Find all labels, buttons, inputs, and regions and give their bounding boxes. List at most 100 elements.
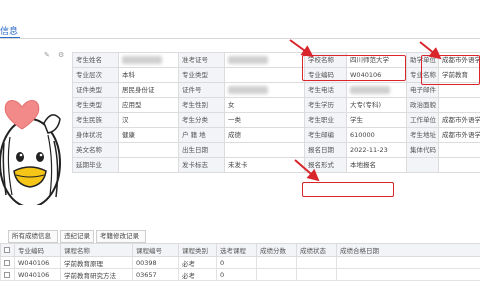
- info-value: [438, 97, 480, 113]
- table-cell: 03657: [132, 268, 179, 281]
- title-bar: [0, 0, 480, 38]
- info-label: 考生职业: [304, 112, 347, 128]
- info-label: 户 籍 地: [178, 127, 225, 143]
- info-label: 证件号: [178, 82, 225, 98]
- redacted-value: 0████████: [228, 55, 268, 64]
- info-row: 身体状况 健康户 籍 地成德 考生邮编 610000 考生地址 成都市外语学: [72, 127, 480, 143]
- info-value: [438, 157, 480, 173]
- student-photo: [0, 45, 72, 205]
- info-value: 学生: [346, 112, 407, 128]
- table-cell: [336, 256, 480, 269]
- table-cell: W040106: [14, 268, 61, 281]
- info-value: 应用型: [118, 97, 179, 113]
- info-label: 考生电话: [304, 82, 347, 98]
- info-row: 考生姓名███准考证号0████████学校名称四川师范大学助学单位成都市外语学: [72, 52, 480, 68]
- info-label: 考生地址: [406, 127, 439, 143]
- info-row: 专业层次 本科 专业类型 专业编码 W040106 专业名称 学前教育: [72, 67, 480, 83]
- info-value: 成都市外语学: [438, 112, 480, 128]
- info-value: [438, 142, 480, 158]
- info-value: 汉: [118, 112, 179, 128]
- tab-record-changes[interactable]: 考籍修改记录: [96, 230, 146, 243]
- info-label: 考生学历: [304, 97, 347, 113]
- info-label: 考生姓名: [72, 52, 119, 68]
- row-checkbox[interactable]: [0, 256, 15, 269]
- info-value: 大专(专科): [346, 97, 407, 113]
- select-all-checkbox[interactable]: [0, 243, 15, 257]
- highlight-school: [302, 55, 406, 81]
- info-label: 专业层次: [72, 67, 119, 83]
- column-header: 课程类别: [178, 243, 217, 257]
- info-label: 出生日期: [178, 142, 225, 158]
- info-value: 0████████: [224, 52, 305, 68]
- table-row[interactable]: W040106 学前教育研究方法 03657 必考 0: [0, 268, 480, 281]
- table-row[interactable]: W040106 学前教育原理 00398 必考 0: [0, 256, 480, 269]
- tab-violations[interactable]: 违纪记录: [60, 230, 94, 243]
- info-value: 2022-11-23: [346, 142, 407, 158]
- info-label: 证件类型: [72, 82, 119, 98]
- table-cell: 学前教育原理: [60, 256, 133, 269]
- row-checkbox[interactable]: [0, 268, 15, 281]
- info-label: 发卡标志: [178, 157, 225, 173]
- column-header: 成绩合格日期: [336, 243, 480, 257]
- table-cell: 必考: [178, 268, 217, 281]
- checkbox-icon[interactable]: [4, 247, 10, 253]
- info-value: 成都市外语学: [438, 127, 480, 143]
- info-label: 身体状况: [72, 127, 119, 143]
- column-header: 课程编号: [132, 243, 179, 257]
- table-cell: 必考: [178, 256, 217, 269]
- edit-icon[interactable]: ✎: [44, 52, 51, 59]
- info-value: [118, 157, 179, 173]
- info-value: [118, 142, 179, 158]
- highlight-partner: [421, 55, 480, 85]
- info-value: 本科: [118, 67, 179, 83]
- student-info-table: 考生姓名███准考证号0████████学校名称四川师范大学助学单位成都市外语学…: [72, 52, 480, 173]
- info-value: 居民身份证: [118, 82, 179, 98]
- info-value: 成德: [224, 127, 305, 143]
- info-label: 报名日期: [304, 142, 347, 158]
- table-cell: [296, 256, 337, 269]
- column-header: 选考课程: [216, 243, 257, 257]
- info-value: 本地报名: [346, 157, 407, 173]
- settings-icon[interactable]: ⚙: [58, 52, 65, 59]
- info-value: 1█████: [346, 82, 407, 98]
- info-value: 51█████████: [224, 82, 305, 98]
- info-value: 一类: [224, 112, 305, 128]
- info-label: 准考证号: [178, 52, 225, 68]
- info-label: 工作单位: [406, 112, 439, 128]
- info-label: 英文名称: [72, 142, 119, 158]
- info-row: 证件类型居民身份证证件号51█████████考生电话1█████电子邮件: [72, 82, 480, 98]
- redacted-value: ███: [122, 55, 162, 64]
- cartoon-avatar-icon: [0, 99, 61, 205]
- info-label: [406, 157, 439, 173]
- column-header: 课程名称: [60, 243, 133, 257]
- score-table: 专业编码 课程名称 课程编号 课程类别 选考课程 成绩分数 成绩状态 成绩合格日期 W0401…: [0, 243, 480, 281]
- info-value: 未发卡: [224, 157, 305, 173]
- checkbox-icon[interactable]: [4, 271, 10, 278]
- info-label: 考生性别: [178, 97, 225, 113]
- table-cell: [296, 268, 337, 281]
- column-header: 成绩分数: [256, 243, 297, 257]
- column-header: 成绩状态: [296, 243, 337, 257]
- redacted-value: 51█████████: [228, 85, 268, 94]
- info-label: 考生邮编: [304, 127, 347, 143]
- info-label: 延期毕业: [72, 157, 119, 173]
- table-cell: 0: [216, 256, 257, 269]
- info-row: 考生民族汉考生分类 一类 考生职业 学生 工作单位 成都市外语学: [72, 112, 480, 128]
- info-label: 考生类型: [72, 97, 119, 113]
- info-label: 政治面貌: [406, 97, 439, 113]
- info-label: 专业类型: [178, 67, 225, 83]
- table-cell: 学前教育研究方法: [60, 268, 133, 281]
- checkbox-icon[interactable]: [4, 259, 10, 266]
- info-label: 考生民族: [72, 112, 119, 128]
- table-cell: W040106: [14, 256, 61, 269]
- table-cell: 0: [216, 268, 257, 281]
- highlight-date: [302, 182, 394, 197]
- info-row: 英文名称 出生日期 报名日期 2022-11-23 集体代码: [72, 142, 480, 158]
- table-cell: [336, 268, 480, 281]
- column-header: 专业编码: [14, 243, 61, 257]
- info-label: 考生分类: [178, 112, 225, 128]
- info-value: 女: [224, 97, 305, 113]
- table-cell: [256, 256, 297, 269]
- redacted-value: 1█████: [350, 85, 390, 94]
- tab-all-scores[interactable]: 所有成绩信息: [8, 230, 58, 243]
